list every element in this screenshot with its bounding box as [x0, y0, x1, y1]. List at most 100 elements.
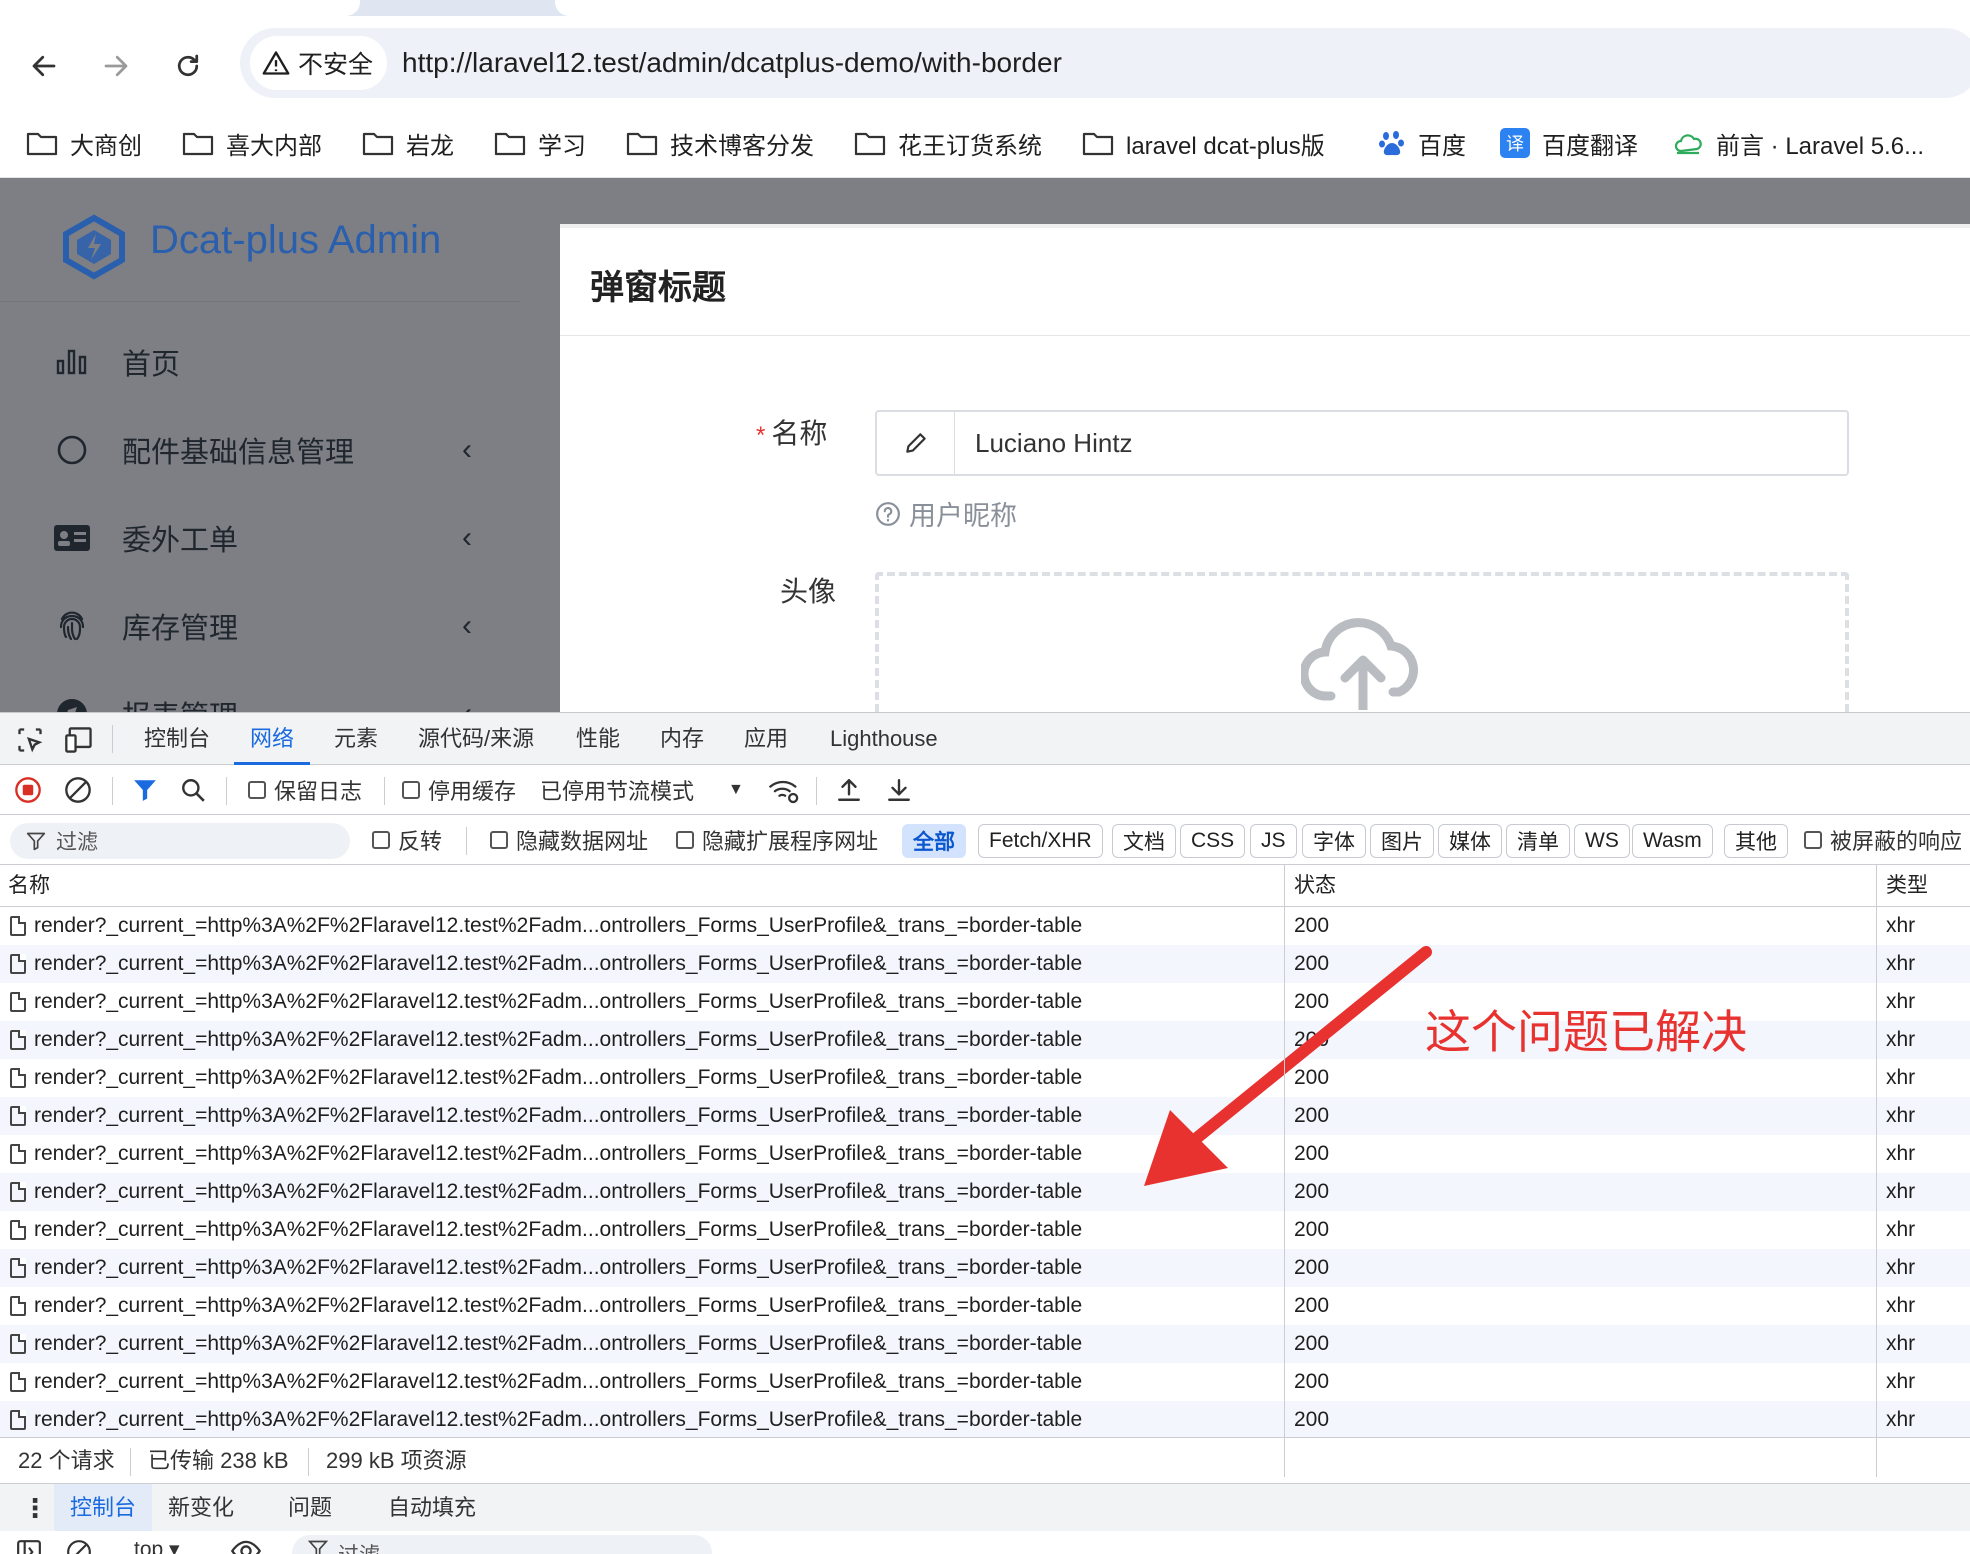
sidebar-item-home[interactable]: 首页: [0, 318, 520, 406]
filter-toggle[interactable]: [132, 765, 158, 815]
bar-chart-icon: [52, 342, 92, 382]
type-filter-all[interactable]: 全部: [902, 824, 966, 858]
table-row[interactable]: render?_current_=http%3A%2F%2Flaravel12.…: [0, 1211, 1970, 1249]
throttling-select[interactable]: 已停用节流模式 ▼: [540, 765, 744, 815]
tab-sources[interactable]: 源代码/来源: [418, 713, 534, 765]
bookmark-item[interactable]: 前言 · Laravel 5.6...: [1674, 120, 1924, 166]
inspect-element-icon[interactable]: [16, 726, 44, 754]
invert-checkbox[interactable]: 反转: [372, 815, 442, 865]
table-row[interactable]: render?_current_=http%3A%2F%2Flaravel12.…: [0, 1363, 1970, 1401]
sidebar-item-reports[interactable]: 报表管理 ‹: [0, 670, 520, 712]
table-row[interactable]: render?_current_=http%3A%2F%2Flaravel12.…: [0, 1097, 1970, 1135]
hide-data-urls-checkbox[interactable]: 隐藏数据网址: [490, 815, 648, 865]
tab-performance[interactable]: 性能: [576, 713, 620, 765]
column-status[interactable]: 状态: [1286, 865, 1336, 907]
checkbox[interactable]: [372, 831, 390, 849]
bookmark-item[interactable]: 喜大内部: [182, 120, 322, 166]
disable-cache-checkbox[interactable]: 停用缓存: [402, 765, 516, 815]
tab-elements[interactable]: 元素: [334, 713, 378, 765]
clear-console-icon[interactable]: [66, 1539, 92, 1554]
sidebar-item-parts[interactable]: 配件基础信息管理 ‹: [0, 406, 520, 494]
bookmark-item[interactable]: 译 百度翻译: [1500, 120, 1638, 166]
bookmark-item[interactable]: 百度: [1378, 120, 1466, 166]
table-row[interactable]: render?_current_=http%3A%2F%2Flaravel12.…: [0, 907, 1970, 945]
name-field[interactable]: Luciano Hintz: [875, 410, 1849, 476]
bookmark-item[interactable]: 大商创: [26, 120, 142, 166]
preserve-log-checkbox[interactable]: 保留日志: [248, 765, 362, 815]
drawer-tab-autofill[interactable]: 自动填充: [388, 1484, 476, 1532]
checkbox[interactable]: [1804, 831, 1822, 849]
sidebar-item-label: 配件基础信息管理: [122, 437, 355, 469]
sidebar-toggle-icon[interactable]: [16, 1539, 42, 1554]
sidebar-item-outsource[interactable]: 委外工单 ‹: [0, 494, 520, 582]
checkbox[interactable]: [676, 831, 694, 849]
url-text[interactable]: http://laravel12.test/admin/dcatplus-dem…: [402, 28, 1062, 98]
context-select[interactable]: top ▾: [134, 1537, 180, 1554]
reload-button[interactable]: [168, 46, 208, 86]
bookmark-item[interactable]: laravel dcat-plus版: [1082, 120, 1325, 166]
column-type[interactable]: 类型: [1878, 865, 1928, 907]
table-row[interactable]: render?_current_=http%3A%2F%2Flaravel12.…: [0, 1059, 1970, 1097]
drawer-tab-whats-new[interactable]: 新变化: [168, 1484, 234, 1532]
clear-button[interactable]: [64, 765, 92, 815]
type-filter-doc[interactable]: 文档: [1112, 824, 1176, 858]
table-row[interactable]: render?_current_=http%3A%2F%2Flaravel12.…: [0, 1135, 1970, 1173]
checkbox[interactable]: [490, 831, 508, 849]
back-button[interactable]: [24, 46, 64, 86]
type-filter-manifest[interactable]: 清单: [1506, 824, 1570, 858]
bookmark-item[interactable]: 技术博客分发: [626, 120, 814, 166]
table-row[interactable]: render?_current_=http%3A%2F%2Flaravel12.…: [0, 1173, 1970, 1211]
tab-network[interactable]: 网络: [234, 713, 311, 765]
type-filter-wasm[interactable]: Wasm: [1632, 824, 1713, 858]
table-row[interactable]: render?_current_=http%3A%2F%2Flaravel12.…: [0, 1249, 1970, 1287]
forward-button[interactable]: [96, 46, 136, 86]
column-divider[interactable]: [1876, 865, 1877, 906]
import-har-button[interactable]: [836, 765, 862, 815]
sidebar-item-inventory[interactable]: 库存管理 ‹: [0, 582, 520, 670]
name-value[interactable]: Luciano Hintz: [975, 412, 1133, 474]
filter-input[interactable]: 过滤: [10, 823, 350, 859]
table-row[interactable]: render?_current_=http%3A%2F%2Flaravel12.…: [0, 945, 1970, 983]
bookmark-item[interactable]: 学习: [494, 120, 586, 166]
more-options-icon[interactable]: ⋮: [22, 1484, 48, 1532]
table-row[interactable]: render?_current_=http%3A%2F%2Flaravel12.…: [0, 1287, 1970, 1325]
tab-left[interactable]: [0, 0, 360, 16]
console-filter-input[interactable]: 过滤: [292, 1535, 712, 1554]
type-filter-css[interactable]: CSS: [1180, 824, 1246, 858]
type-filter-fetch-xhr[interactable]: Fetch/XHR: [978, 824, 1103, 858]
brand[interactable]: Dcat-plus Admin: [0, 178, 520, 302]
table-row[interactable]: render?_current_=http%3A%2F%2Flaravel12.…: [0, 1325, 1970, 1363]
eye-icon[interactable]: [230, 1539, 262, 1554]
search-button[interactable]: [180, 765, 206, 815]
record-button[interactable]: [14, 765, 42, 815]
checkbox[interactable]: [402, 781, 420, 799]
table-row[interactable]: render?_current_=http%3A%2F%2Flaravel12.…: [0, 1401, 1970, 1439]
export-har-button[interactable]: [886, 765, 912, 815]
bookmark-item[interactable]: 岩龙: [362, 120, 454, 166]
tab-memory[interactable]: 内存: [660, 713, 704, 765]
column-divider[interactable]: [1284, 865, 1285, 906]
tab-application[interactable]: 应用: [744, 713, 788, 765]
type-filter-img[interactable]: 图片: [1370, 824, 1434, 858]
security-chip[interactable]: 不安全: [250, 36, 388, 90]
drawer-tab-console[interactable]: 控制台: [54, 1484, 153, 1532]
tab-lighthouse[interactable]: Lighthouse: [830, 713, 938, 765]
tab-right[interactable]: [555, 0, 1970, 16]
type-filter-font[interactable]: 字体: [1302, 824, 1366, 858]
tab-console[interactable]: 控制台: [144, 713, 210, 765]
address-bar[interactable]: 不安全 http://laravel12.test/admin/dcatplus…: [240, 28, 1970, 98]
device-toolbar-icon[interactable]: [64, 726, 94, 754]
hide-extension-urls-checkbox[interactable]: 隐藏扩展程序网址: [676, 815, 878, 865]
type-filter-other[interactable]: 其他: [1724, 824, 1788, 858]
avatar-upload-area[interactable]: [875, 572, 1849, 712]
bookmark-label: 前言 · Laravel 5.6...: [1716, 132, 1925, 160]
type-filter-ws[interactable]: WS: [1574, 824, 1630, 858]
network-conditions-button[interactable]: [768, 765, 800, 815]
bookmark-item[interactable]: 花王订货系统: [854, 120, 1042, 166]
checkbox[interactable]: [248, 781, 266, 799]
column-name[interactable]: 名称: [0, 865, 50, 907]
blocked-responses-checkbox[interactable]: 被屏蔽的响应: [1804, 815, 1962, 865]
drawer-tab-issues[interactable]: 问题: [288, 1484, 332, 1532]
type-filter-js[interactable]: JS: [1250, 824, 1297, 858]
type-filter-media[interactable]: 媒体: [1438, 824, 1502, 858]
